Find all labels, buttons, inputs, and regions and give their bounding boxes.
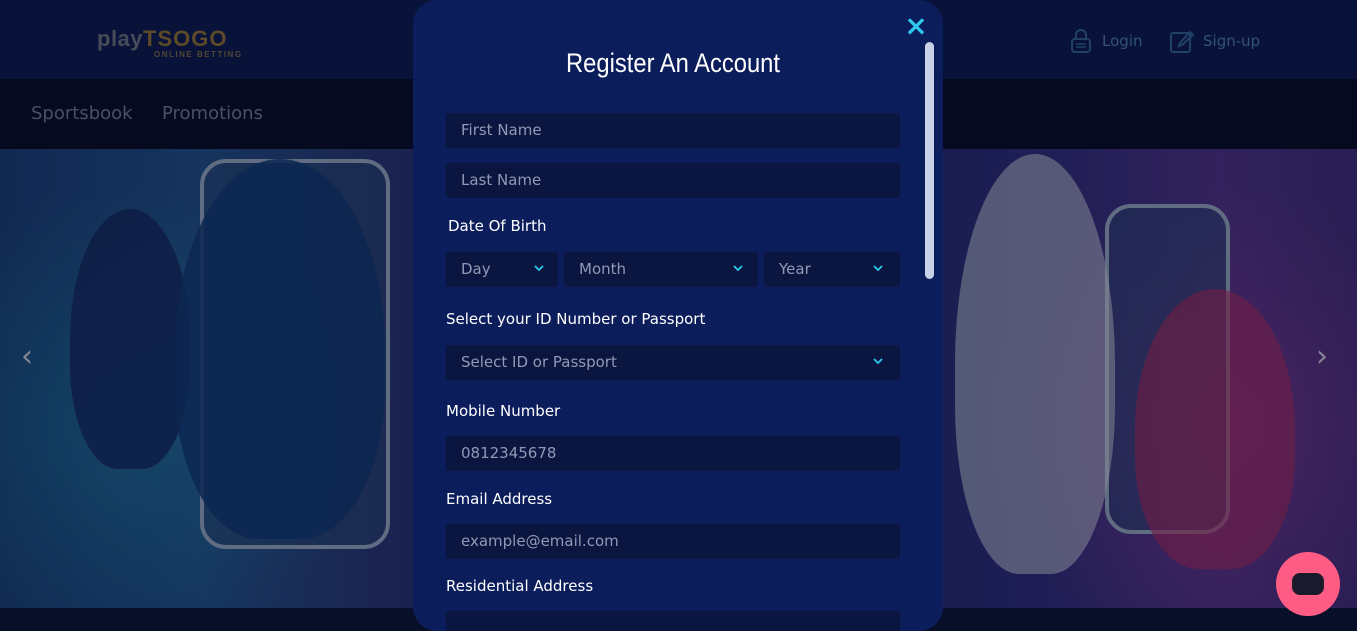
chevron-down-icon (534, 265, 544, 272)
email-input[interactable]: example@email.com (446, 524, 900, 559)
last-name-input[interactable]: Last Name (446, 163, 900, 198)
address-label: Residential Address (446, 577, 594, 595)
dob-day-select[interactable]: Day (446, 252, 558, 287)
dob-day-value: Day (461, 260, 491, 278)
mobile-label: Mobile Number (446, 402, 561, 420)
address-input[interactable] (446, 611, 900, 631)
id-label: Select your ID Number or Passport (446, 310, 706, 328)
modal-scrollbar[interactable] (925, 42, 934, 279)
dob-month-select[interactable]: Month (564, 252, 758, 287)
modal-title: Register An Account (566, 48, 780, 78)
first-name-input[interactable]: First Name (446, 113, 900, 148)
chat-icon (1292, 573, 1324, 595)
dob-month-value: Month (579, 260, 627, 278)
close-icon[interactable]: × (903, 12, 929, 40)
chevron-down-icon (873, 265, 883, 272)
dob-label: Date Of Birth (448, 217, 547, 235)
chat-button[interactable] (1276, 552, 1340, 616)
dob-year-select[interactable]: Year (764, 252, 900, 287)
id-type-value: Select ID or Passport (461, 353, 617, 371)
register-modal: × Register An Account First Name Last Na… (413, 0, 943, 631)
mobile-number-input[interactable]: 0812345678 (446, 436, 900, 471)
chevron-down-icon (873, 358, 883, 365)
dob-year-value: Year (779, 260, 811, 278)
chevron-down-icon (733, 265, 743, 272)
email-label: Email Address (446, 490, 553, 508)
id-type-select[interactable]: Select ID or Passport (446, 345, 900, 380)
